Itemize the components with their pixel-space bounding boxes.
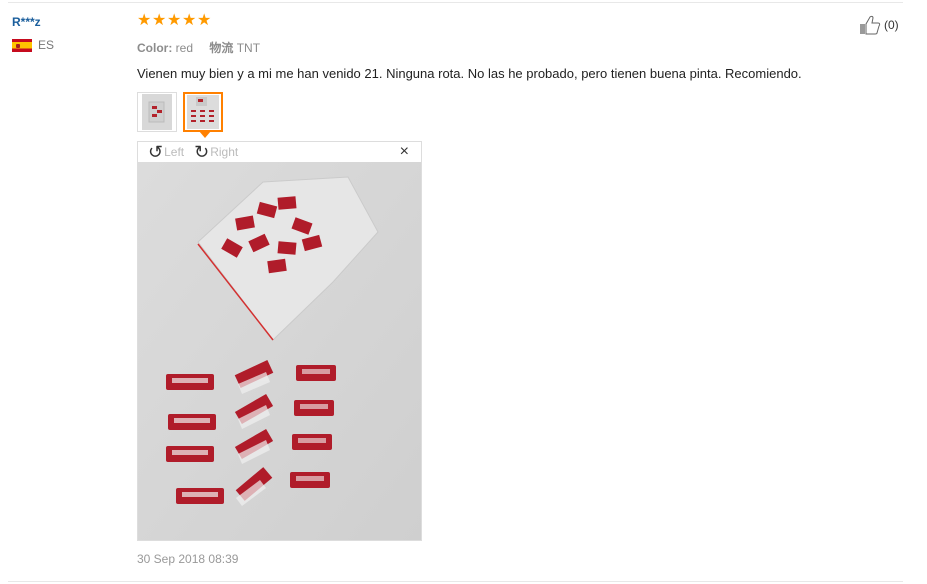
reviewer-info: R***z ES (12, 15, 122, 52)
photo-viewer: ↺ Left ↻ Right × (137, 141, 422, 541)
color-label: Color: (137, 41, 173, 55)
reviewer-name[interactable]: R***z (12, 15, 122, 29)
star-icon: ★ (152, 12, 167, 29)
review-text: Vienen muy bien y a mi me han venido 21.… (137, 66, 802, 81)
photo-thumbnail[interactable] (137, 92, 177, 132)
star-icon: ★ (167, 12, 182, 29)
order-info: Color: red 物流 TNT (137, 39, 857, 56)
rotate-left-icon: ↺ (148, 142, 164, 162)
reviewer-country: ES (12, 38, 122, 52)
rotate-right-button[interactable]: ↻ Right (194, 143, 238, 161)
thumbs-up-icon (860, 15, 881, 35)
color-value: red (175, 41, 194, 55)
top-divider (8, 2, 903, 3)
review-body: ★ ★ ★ ★ ★ Color: red 物流 TNT Vienen muy b… (137, 12, 857, 566)
rotate-right-label: Right (210, 145, 239, 159)
photo-thumbnail-selected[interactable] (183, 92, 223, 138)
star-icon: ★ (137, 12, 152, 29)
star-icon: ★ (197, 12, 212, 29)
like-count: (0) (884, 18, 899, 32)
flag-es-icon (12, 38, 32, 52)
viewer-toolbar: ↺ Left ↻ Right × (138, 142, 421, 162)
rotate-left-label: Left (164, 145, 185, 159)
bottom-divider (8, 581, 903, 582)
helpful-button[interactable]: (0) (859, 15, 899, 35)
shipping-label: 物流 (209, 41, 234, 55)
star-rating: ★ ★ ★ ★ ★ (137, 12, 857, 32)
country-code: ES (38, 38, 55, 52)
review-photo (138, 162, 421, 540)
photo-thumbnails (137, 92, 857, 138)
rotate-left-button[interactable]: ↺ Left (148, 143, 184, 161)
review-date: 30 Sep 2018 08:39 (137, 552, 239, 566)
close-icon[interactable]: × (400, 144, 409, 160)
shipping-value: TNT (236, 41, 261, 55)
star-icon: ★ (182, 12, 197, 29)
rotate-right-icon: ↻ (194, 142, 210, 162)
